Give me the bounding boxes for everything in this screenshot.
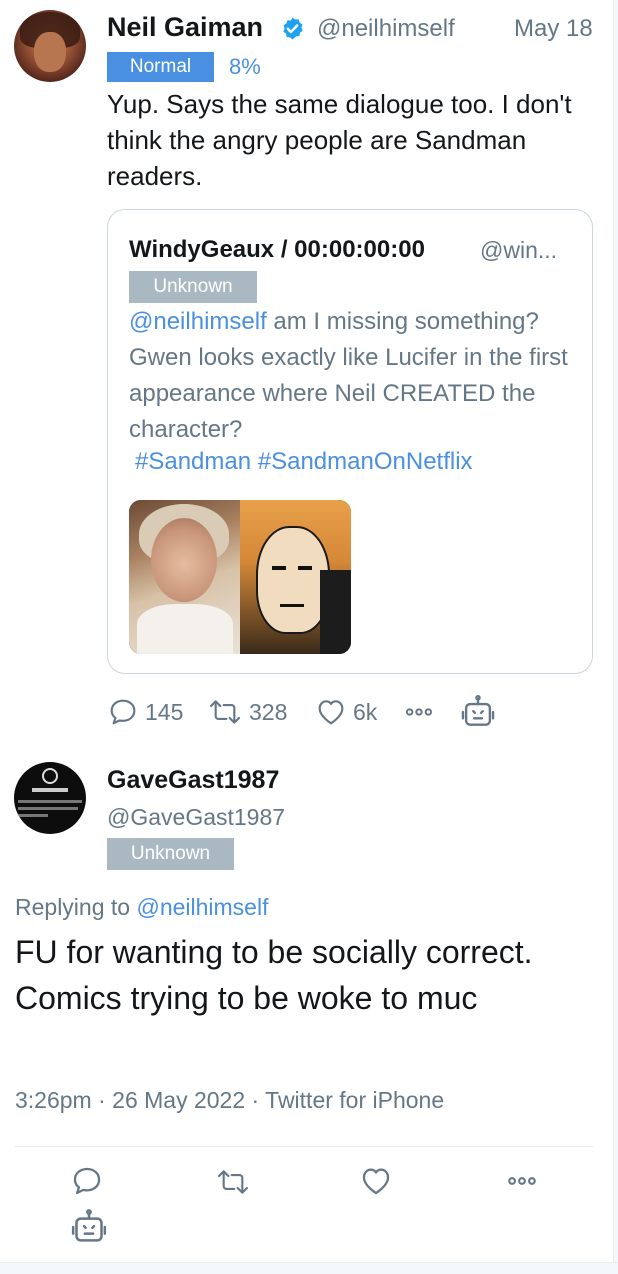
avatar-face — [34, 32, 66, 72]
retweet-icon — [209, 700, 241, 724]
replying-to: Replying to @neilhimself — [15, 894, 268, 921]
timeline: Neil Gaiman @neilhimself May 18 Normal 8… — [0, 0, 614, 1274]
author-name[interactable]: Neil Gaiman — [107, 12, 263, 43]
mercedes-logo-icon — [42, 768, 58, 784]
comic-shadow — [320, 570, 351, 654]
photo-collar — [137, 604, 233, 654]
reply-avatar[interactable] — [14, 762, 86, 834]
verified-icon — [283, 17, 303, 40]
reply-text: FU for wanting to be socially correct. C… — [15, 934, 533, 1016]
scrollbar-track[interactable] — [614, 0, 618, 1274]
hashtag-links[interactable]: #Sandman #SandmanOnNetflix — [135, 448, 473, 476]
photo-left — [129, 500, 240, 654]
classification-badge: Normal — [107, 52, 214, 82]
more-button[interactable] — [403, 694, 435, 730]
comic-eye — [298, 566, 312, 570]
comic-eye — [272, 566, 286, 570]
reply-author-handle[interactable]: @GaveGast1987 — [107, 804, 285, 831]
divider — [15, 1146, 593, 1147]
heart-icon[interactable] — [359, 1164, 393, 1198]
reply-classification-badge: Unknown — [107, 838, 234, 870]
avatar-text-line — [18, 800, 82, 803]
reply-meta[interactable]: 3:26pm · 26 May 2022 · Twitter for iPhon… — [15, 1087, 444, 1114]
quoted-tweet-text: @neilhimself am I missing something? Gwe… — [129, 304, 579, 448]
mention-link[interactable]: @neilhimself — [129, 308, 267, 335]
more-icon[interactable] — [505, 1164, 539, 1198]
comic-illustration — [240, 500, 351, 654]
bottom-border — [0, 1262, 618, 1274]
photo-face — [151, 518, 217, 602]
reply-icon — [110, 699, 136, 725]
avatar[interactable] — [14, 10, 86, 82]
robot-icon[interactable] — [69, 1207, 109, 1247]
avatar-text-line — [18, 814, 48, 817]
quoted-media-image[interactable] — [129, 500, 351, 654]
quoted-classification-badge: Unknown — [129, 271, 257, 303]
comic-face — [256, 526, 330, 634]
robot-icon — [461, 694, 495, 726]
more-icon — [406, 708, 432, 716]
avatar-text-line — [18, 807, 78, 810]
like-button[interactable]: 6k — [315, 694, 377, 730]
comic-mouth — [280, 604, 304, 607]
author-handle[interactable]: @neilhimself — [317, 15, 455, 43]
reply-count: 145 — [145, 698, 184, 725]
quoted-author-handle: @win... — [480, 237, 558, 263]
reply-author-name[interactable]: GaveGast1987 — [107, 766, 279, 795]
like-count: 6k — [353, 698, 378, 725]
replying-prefix: Replying to — [15, 894, 137, 920]
bot-check-button[interactable] — [459, 694, 497, 730]
quoted-tweet[interactable]: WindyGeaux / 00:00:00:00 @win... Unknown… — [107, 209, 593, 674]
replying-to-link[interactable]: @neilhimself — [136, 894, 268, 920]
retweet-button[interactable]: 328 — [207, 694, 287, 730]
heart-icon — [318, 700, 344, 725]
reply-button[interactable]: 145 — [107, 694, 183, 730]
retweet-count: 328 — [249, 698, 288, 725]
classification-percent: 8% — [229, 54, 261, 79]
quoted-author-name: WindyGeaux / 00:00:00:00 — [129, 236, 425, 263]
retweet-icon[interactable] — [214, 1166, 252, 1198]
amg-logo — [32, 788, 68, 792]
reply-icon[interactable] — [70, 1164, 104, 1198]
tweet-text: Yup. Says the same dialogue too. I don't… — [107, 89, 572, 191]
tweet-date[interactable]: May 18 — [514, 15, 593, 43]
